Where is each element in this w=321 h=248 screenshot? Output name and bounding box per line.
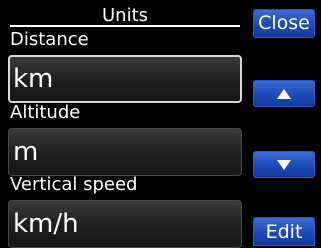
close-button[interactable]: Close xyxy=(253,9,315,38)
edit-button[interactable]: Edit xyxy=(253,217,315,246)
vertical-speed-field[interactable]: km/h xyxy=(8,200,242,248)
distance-label: Distance xyxy=(10,29,89,50)
vertical-speed-label: Vertical speed xyxy=(10,174,138,195)
altitude-field[interactable]: m xyxy=(8,128,242,176)
page-title: Units xyxy=(10,5,240,27)
scroll-up-button[interactable] xyxy=(253,80,315,107)
distance-field[interactable]: km xyxy=(8,55,242,103)
altitude-label: Altitude xyxy=(10,102,81,123)
arrow-up-icon xyxy=(277,88,291,99)
scroll-down-button[interactable] xyxy=(253,151,315,178)
arrow-down-icon xyxy=(277,159,291,170)
